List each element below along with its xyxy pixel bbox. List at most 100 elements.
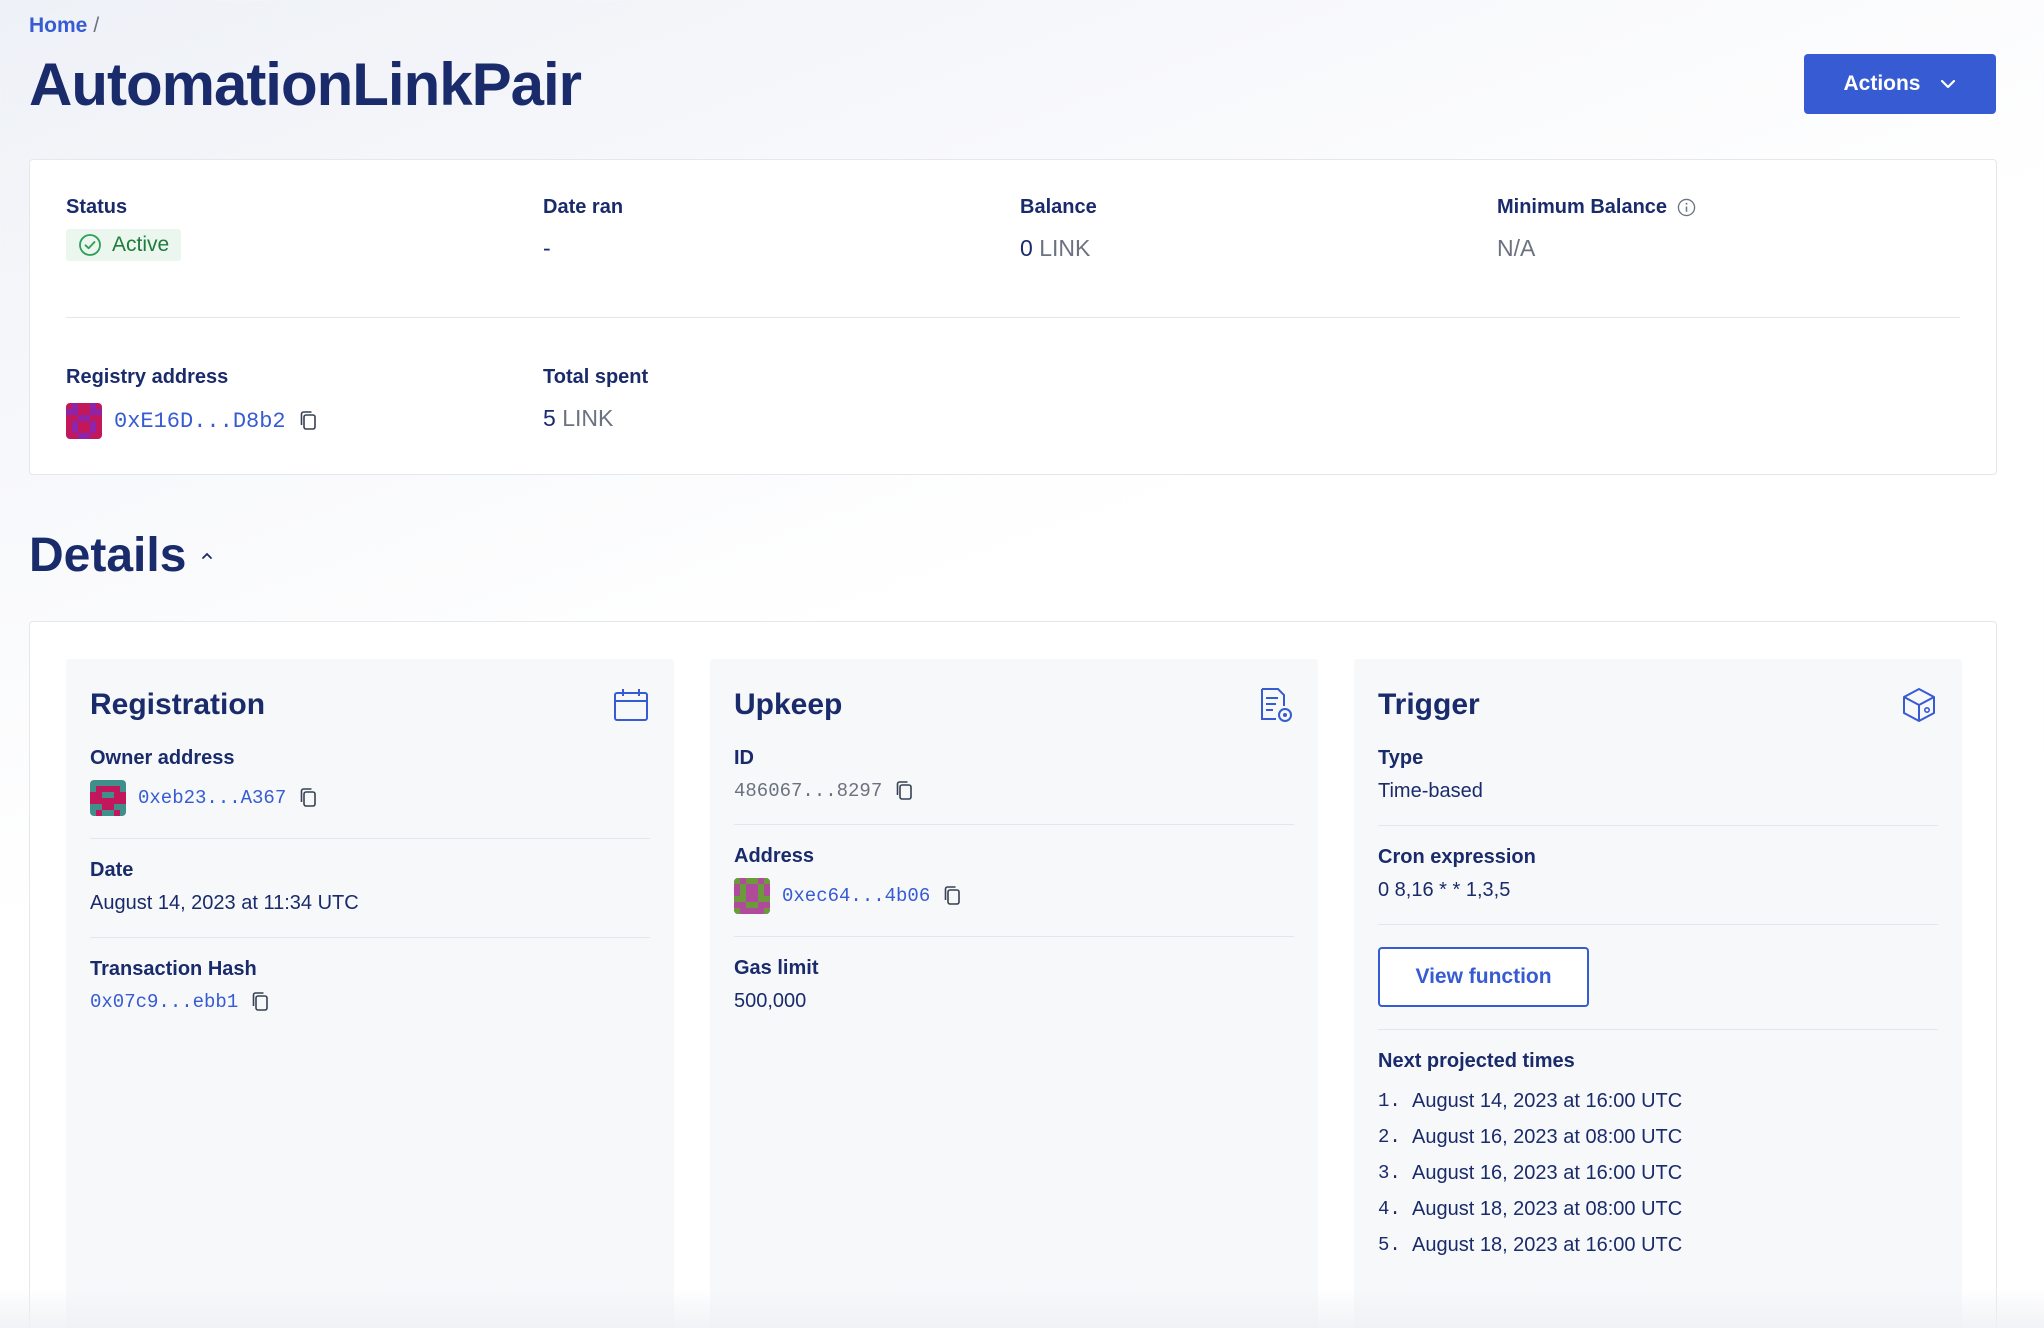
chevron-down-icon [1940, 79, 1955, 89]
calendar-icon [614, 689, 648, 721]
upkeep-id-row: 486067...8297 [734, 780, 1294, 802]
copy-icon[interactable] [298, 410, 318, 432]
registration-panel: Registration Owner address 0xeb23...A367 [66, 659, 674, 1328]
copy-icon[interactable] [250, 991, 270, 1013]
cron-expression-field: Cron expression 0 8,16 * * 1,3,5 [1378, 826, 1938, 925]
registry-label: Registry address [66, 366, 229, 388]
upkeep-avatar [734, 878, 770, 914]
details-title: Details [29, 529, 187, 582]
status-stat: Status Active [66, 196, 182, 262]
balance-label: Balance [1020, 196, 1097, 218]
list-item-time: August 16, 2023 at 08:00 UTC [1412, 1125, 1683, 1148]
summary-divider [66, 317, 1960, 318]
cron-expression-value: 0 8,16 * * 1,3,5 [1378, 879, 1511, 901]
page-title: AutomationLinkPair [29, 51, 582, 118]
view-function-field: View function [1378, 925, 1938, 1030]
owner-address-field: Owner address 0xeb23...A367 [90, 727, 650, 839]
total-spent-label: Total spent [543, 366, 649, 388]
upkeep-address-link[interactable]: 0xec64...4b06 [782, 885, 930, 907]
gas-limit-label: Gas limit [734, 957, 819, 979]
status-value: Active [112, 233, 170, 256]
owner-address-label: Owner address [90, 747, 235, 769]
list-item-number: 5. [1378, 1234, 1401, 1256]
balance-amount: 0 [1020, 235, 1033, 261]
transaction-hash-field: Transaction Hash 0x07c9...ebb1 [90, 938, 650, 1035]
registry-avatar [66, 403, 102, 439]
summary-card: Status Active Date ran - Balance 0 LINK … [29, 159, 1997, 475]
trigger-type-label: Type [1378, 747, 1424, 769]
gas-limit-value: 500,000 [734, 990, 807, 1012]
upkeep-address-label: Address [734, 845, 815, 867]
actions-button-label: Actions [1843, 72, 1921, 95]
upkeep-id-value: 486067...8297 [734, 780, 883, 802]
list-item: 3. August 16, 2023 at 16:00 UTC [1378, 1155, 1938, 1191]
view-function-button[interactable]: View function [1378, 947, 1589, 1007]
next-times-list: 1. August 14, 2023 at 16:00 UTC 2. August … [1378, 1083, 1938, 1263]
owner-avatar [90, 780, 126, 816]
breadcrumb-separator: / [93, 14, 100, 37]
gas-limit-field: Gas limit 500,000 [734, 937, 1294, 1035]
total-spent-amount: 5 [543, 405, 556, 431]
list-item: 1. August 14, 2023 at 16:00 UTC [1378, 1083, 1938, 1119]
check-circle-icon [79, 234, 101, 256]
details-toggle[interactable]: Details [29, 528, 214, 583]
cron-expression-label: Cron expression [1378, 846, 1536, 868]
copy-icon[interactable] [298, 787, 318, 809]
list-item-number: 1. [1378, 1090, 1401, 1112]
upkeep-address-row: 0xec64...4b06 [734, 878, 1294, 914]
upkeep-id-label: ID [734, 747, 754, 769]
date-ran-value: - [543, 235, 551, 261]
info-icon[interactable] [1677, 198, 1696, 217]
copy-icon[interactable] [942, 885, 962, 907]
registry-address-row: 0xE16D...D8b2 [66, 403, 318, 439]
bottom-fade [0, 1288, 2044, 1328]
next-times-field: Next projected times 1. August 14, 2023 a… [1378, 1030, 1938, 1285]
registration-date-label: Date [90, 859, 134, 881]
transaction-hash-link[interactable]: 0x07c9...ebb1 [90, 991, 238, 1013]
transaction-hash-row: 0x07c9...ebb1 [90, 991, 650, 1013]
status-label: Status [66, 196, 128, 218]
list-item: 5. August 18, 2023 at 16:00 UTC [1378, 1227, 1938, 1263]
copy-icon[interactable] [894, 780, 914, 802]
min-balance-stat: Minimum Balance N/A [1497, 196, 1696, 262]
breadcrumb-home-link[interactable]: Home [29, 14, 87, 37]
breadcrumb: Home / [29, 14, 99, 38]
details-card: Registration Owner address 0xeb23...A367 [29, 621, 1997, 1328]
list-item-time: August 16, 2023 at 16:00 UTC [1412, 1161, 1683, 1184]
status-badge: Active [66, 229, 182, 261]
min-balance-label-text: Minimum Balance [1497, 196, 1668, 218]
trigger-panel: Trigger Type Time-based Cron expression … [1354, 659, 1962, 1328]
registry-address-link[interactable]: 0xE16D...D8b2 [114, 409, 286, 434]
upkeep-address-field: Address 0xec64...4b06 [734, 825, 1294, 937]
balance-value: 0 LINK [1020, 235, 1097, 262]
total-spent-value: 5 LINK [543, 405, 648, 432]
list-item: 4. August 18, 2023 at 08:00 UTC [1378, 1191, 1938, 1227]
list-item-number: 2. [1378, 1126, 1401, 1148]
list-item-number: 4. [1378, 1198, 1401, 1220]
upkeep-id-field: ID 486067...8297 [734, 727, 1294, 825]
document-gear-icon [1261, 688, 1292, 722]
min-balance-label: Minimum Balance [1497, 196, 1696, 219]
owner-address-link[interactable]: 0xeb23...A367 [138, 787, 286, 809]
list-item-number: 3. [1378, 1162, 1401, 1184]
trigger-type-value: Time-based [1378, 780, 1483, 802]
upkeep-panel: Upkeep ID 486067...8297 Address 0xec64..… [710, 659, 1318, 1328]
actions-button[interactable]: Actions [1804, 54, 1996, 114]
next-times-label: Next projected times [1378, 1050, 1575, 1072]
list-item-time: August 14, 2023 at 16:00 UTC [1412, 1089, 1683, 1112]
cube-icon [1903, 688, 1935, 722]
date-ran-label: Date ran [543, 196, 624, 218]
registry-stat: Registry address 0xE16D...D8b2 [66, 366, 318, 439]
balance-stat: Balance 0 LINK [1020, 196, 1097, 262]
trigger-title: Trigger [1378, 688, 1480, 721]
list-item-time: August 18, 2023 at 16:00 UTC [1412, 1233, 1683, 1256]
total-spent-unit: LINK [562, 405, 614, 431]
date-ran-stat: Date ran - [543, 196, 623, 262]
owner-address-row: 0xeb23...A367 [90, 780, 650, 816]
list-item-time: August 18, 2023 at 08:00 UTC [1412, 1197, 1683, 1220]
registration-title: Registration [90, 688, 266, 721]
upkeep-title: Upkeep [734, 688, 843, 721]
balance-unit: LINK [1039, 235, 1091, 261]
registration-date-field: Date August 14, 2023 at 11:34 UTC [90, 839, 650, 938]
caret-up-icon [202, 552, 213, 559]
